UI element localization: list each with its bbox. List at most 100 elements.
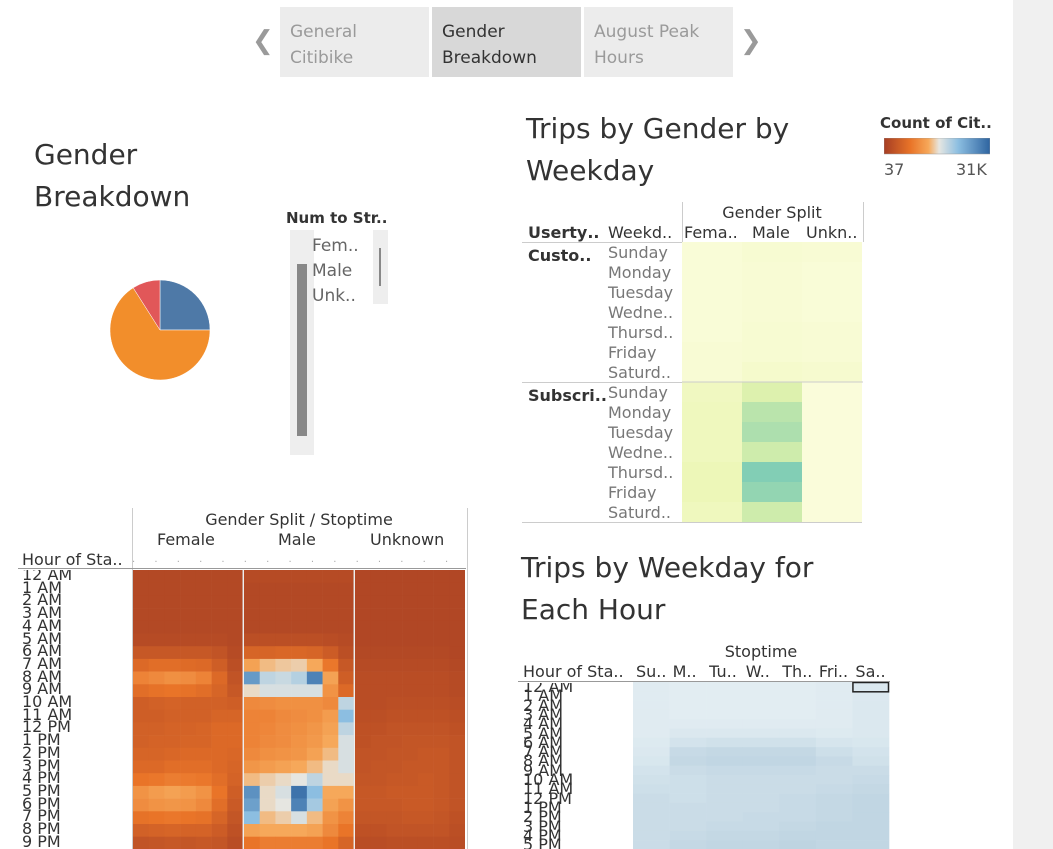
heatmap-cell	[386, 722, 403, 736]
heatmap-cell	[433, 658, 450, 672]
tab-august-peak-hours[interactable]: August Peak Hours	[584, 7, 733, 77]
heatmap-cell	[669, 840, 707, 849]
heatmap-cell	[682, 242, 742, 262]
heatmap-cell	[633, 812, 670, 822]
heatmap-cell	[133, 608, 150, 622]
title-line2: Each Hour	[521, 593, 666, 626]
heatmap-cell	[669, 812, 707, 822]
heatmap-cell	[275, 811, 292, 825]
legend-gradient-bar	[884, 138, 990, 155]
heatmap-cell	[211, 735, 228, 749]
heatmap-cell	[449, 785, 465, 799]
day-label: Wedne..	[608, 303, 674, 322]
heatmap-cell	[211, 836, 228, 849]
heatmap-cell	[164, 658, 181, 672]
heatmap-cell	[669, 747, 707, 757]
heatmap-cell	[815, 802, 853, 813]
heatmap-cell	[275, 684, 292, 698]
heatmap-cell	[211, 684, 228, 698]
heatmap-cell	[355, 722, 372, 736]
heatmap-cell	[259, 697, 276, 710]
heatmap-cell	[402, 570, 419, 583]
heatmap-cell	[244, 824, 261, 837]
heatmap-cell	[259, 646, 276, 660]
legend-item-female[interactable]: Fem..	[312, 234, 359, 259]
heatmap-cell	[449, 722, 465, 736]
heatmap-cell	[244, 595, 261, 609]
heatmap-cell	[669, 691, 707, 701]
heatmap-cell	[133, 747, 150, 761]
weekday-gender-heatmap[interactable]	[682, 242, 863, 523]
heatmap-cell	[164, 811, 181, 825]
heatmap-cell	[370, 760, 387, 774]
legend-scrollbar-thumb[interactable]	[379, 248, 381, 286]
male-col-header: Male	[278, 530, 316, 549]
heatmap-cell	[180, 709, 197, 723]
heatmap-cell	[164, 773, 181, 787]
heatmap-cell	[291, 582, 308, 596]
heatmap-cell	[779, 728, 817, 739]
chevron-left-icon[interactable]: ❮	[252, 26, 274, 56]
heatmap-cell	[355, 582, 372, 596]
heatmap-cell	[291, 684, 308, 698]
legend-scroll-thumb[interactable]	[297, 264, 307, 436]
usertype-col-header: Usertу..	[528, 223, 600, 242]
heatmap-cell	[244, 608, 261, 622]
gender-pie-chart[interactable]	[100, 270, 220, 390]
heatmap-cell	[338, 798, 355, 812]
heatmap-cell	[164, 684, 181, 698]
heatmap-cell	[417, 697, 434, 710]
heatmap-cell	[779, 691, 817, 701]
heatmap-cell	[275, 824, 292, 837]
heatmap-cell	[180, 582, 197, 596]
heatmap-cell	[779, 821, 817, 832]
heatmap-cell	[802, 462, 862, 482]
heatmap-cell	[133, 709, 150, 723]
weekday-hour-heatmap[interactable]	[633, 682, 890, 849]
heatmap-cell	[259, 633, 276, 647]
heatmap-cell	[306, 785, 323, 799]
chevron-right-icon[interactable]: ❯	[740, 26, 762, 56]
heatmap-cell	[322, 735, 339, 749]
heatmap-cell	[259, 773, 276, 787]
heatmap-cell	[742, 830, 780, 841]
heatmap-cell	[742, 462, 802, 482]
hour-gender-heatmap[interactable]	[133, 570, 465, 849]
heatmap-cell	[180, 785, 197, 799]
heatmap-cell	[195, 582, 212, 596]
heatmap-cell	[852, 709, 890, 720]
tab-gender-breakdown[interactable]: Gender Breakdown	[432, 7, 581, 77]
day-col-header: Tu..	[709, 662, 737, 681]
heatmap-cell	[164, 836, 181, 849]
heatmap-cell	[669, 802, 707, 813]
heatmap-cell	[742, 802, 780, 813]
heatmap-cell	[433, 646, 450, 660]
heatmap-cell	[164, 824, 181, 837]
heatmap-cell	[417, 722, 434, 736]
heatmap-cell	[386, 620, 403, 634]
heatmap-cell	[633, 775, 670, 785]
heatmap-cell	[291, 773, 308, 787]
heatmap-cell	[133, 620, 150, 634]
heatmap-cell	[227, 836, 244, 849]
heatmap-cell	[852, 682, 890, 692]
heatmap-cell	[370, 608, 387, 622]
heatmap-cell	[322, 811, 339, 825]
heatmap-cell	[802, 402, 862, 422]
heatmap-cell	[742, 747, 780, 757]
heatmap-cell	[402, 633, 419, 647]
heatmap-cell	[275, 722, 292, 736]
heatmap-cell	[815, 765, 853, 776]
hour-row-header: Hour of Sta..	[523, 662, 624, 681]
heatmap-cell	[244, 785, 261, 799]
legend-item-male[interactable]: Male	[312, 259, 359, 284]
heatmap-cell	[195, 747, 212, 761]
heatmap-cell	[195, 709, 212, 723]
heatmap-cell	[244, 773, 261, 787]
heatmap-cell	[433, 697, 450, 710]
tab-general-citibike[interactable]: General Citibike	[280, 7, 429, 77]
heatmap-cell	[148, 658, 165, 672]
heatmap-cell	[133, 798, 150, 812]
heatmap-cell	[133, 658, 150, 672]
legend-item-unknown[interactable]: Unk..	[312, 284, 359, 309]
